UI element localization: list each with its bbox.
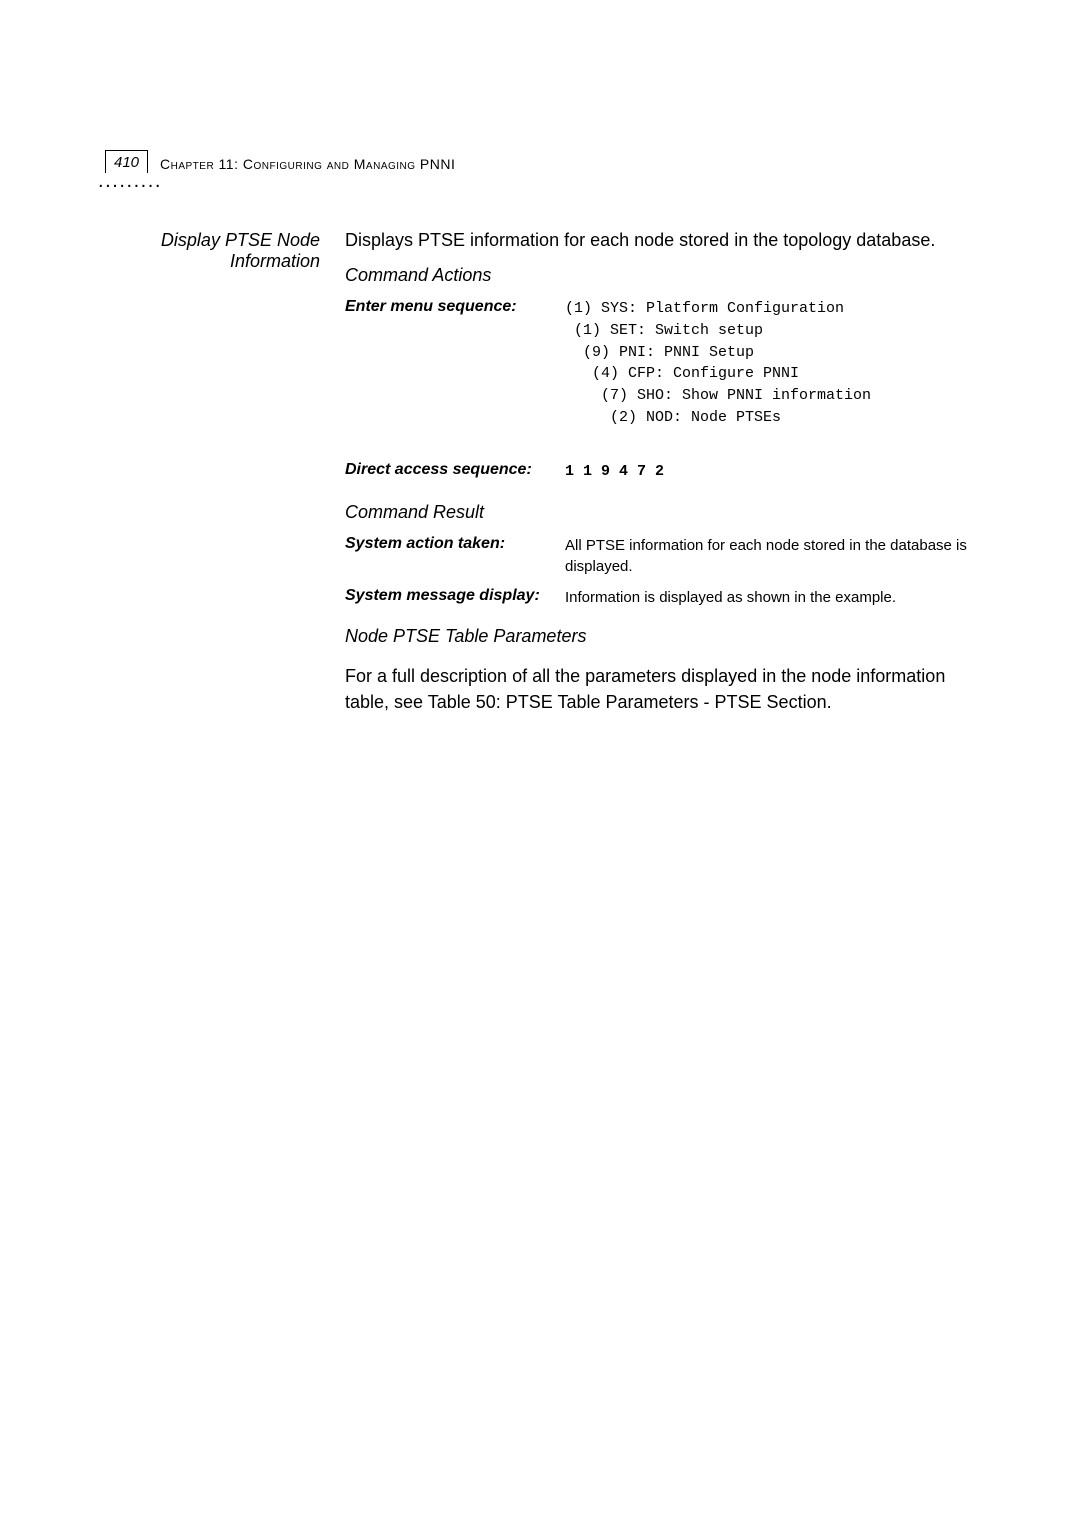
enter-menu-value: (1) SYS: Platform Configuration (1) SET:… xyxy=(565,298,975,429)
system-message-value: Information is displayed as shown in the… xyxy=(565,587,975,608)
body-text: For a full description of all the parame… xyxy=(345,663,975,715)
content-area: Display PTSE Node Information Displays P… xyxy=(145,230,975,723)
system-message-row: System message display: Information is d… xyxy=(345,587,975,608)
page: 410 . . . . . . . . . Chapter 11: Config… xyxy=(0,0,1080,1528)
system-action-label: System action taken: xyxy=(345,535,565,577)
page-dots-decoration: . . . . . . . . . xyxy=(98,178,158,184)
node-ptse-heading: Node PTSE Table Parameters xyxy=(345,626,975,647)
section-body: Displays PTSE information for each node … xyxy=(345,230,975,715)
chapter-title-text: Chapter 11: Configuring and Managing PNN… xyxy=(160,156,455,172)
section-intro: Displays PTSE information for each node … xyxy=(345,230,975,251)
system-action-row: System action taken: All PTSE informatio… xyxy=(345,535,975,577)
section-title: Display PTSE Node Information xyxy=(145,230,345,715)
enter-menu-label: Enter menu sequence: xyxy=(345,298,565,429)
command-actions-heading: Command Actions xyxy=(345,265,975,286)
direct-access-label: Direct access sequence: xyxy=(345,461,565,483)
enter-menu-row: Enter menu sequence: (1) SYS: Platform C… xyxy=(345,298,975,429)
direct-access-block: Direct access sequence: 1 1 9 4 7 2 xyxy=(345,461,975,483)
direct-access-row: Direct access sequence: 1 1 9 4 7 2 xyxy=(345,461,975,483)
chapter-title: Chapter 11: Configuring and Managing PNN… xyxy=(160,156,455,172)
section-header-row: Display PTSE Node Information Displays P… xyxy=(145,230,975,715)
system-message-label: System message display: xyxy=(345,587,565,608)
menu-sequence-block: Enter menu sequence: (1) SYS: Platform C… xyxy=(345,298,975,429)
direct-access-value: 1 1 9 4 7 2 xyxy=(565,461,975,483)
command-result-block: System action taken: All PTSE informatio… xyxy=(345,535,975,608)
command-result-heading: Command Result xyxy=(345,502,975,523)
system-action-value: All PTSE information for each node store… xyxy=(565,535,975,577)
